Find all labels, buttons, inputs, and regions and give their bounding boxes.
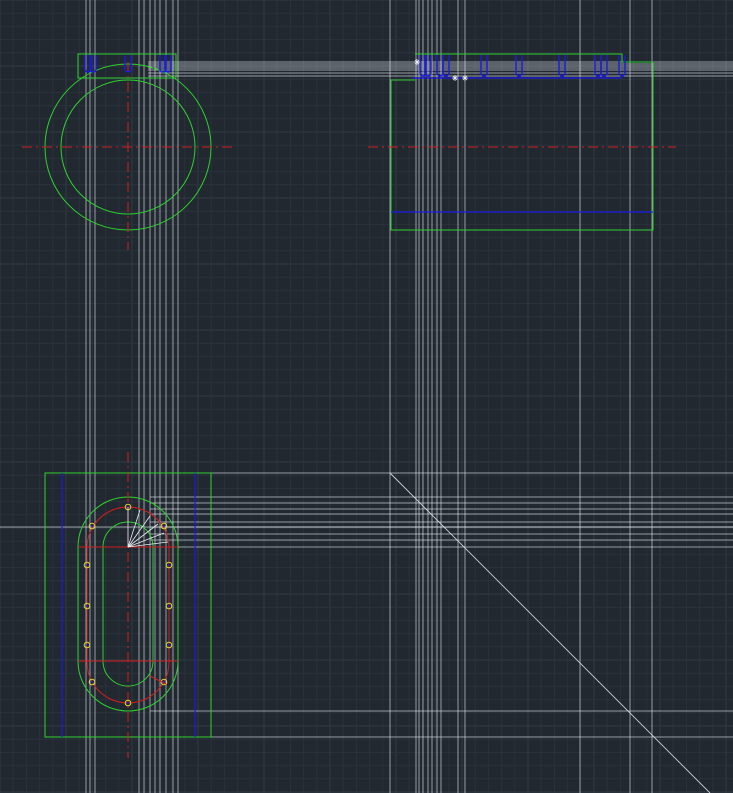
bolt-hole-center: [86, 564, 88, 566]
bolt-hole-center: [168, 605, 170, 607]
front-view-outline: [390, 53, 654, 231]
bolt-hole-center: [86, 605, 88, 607]
top-view-ring[interactable]: [22, 53, 236, 250]
bolt-hole-center: [91, 681, 93, 683]
construction-line-diagonal: [389, 472, 711, 793]
plan-view-slot-flange[interactable]: [44, 452, 212, 758]
bolt-hole-center: [91, 525, 93, 527]
bolt-hole-center: [127, 702, 129, 704]
bolt-hole-center: [168, 564, 170, 566]
bolt-hole-center: [168, 644, 170, 646]
drawing-grid: [0, 0, 733, 793]
bolt-hole-center: [86, 644, 88, 646]
cad-drawing-canvas[interactable]: [0, 0, 733, 793]
bolt-hole-center: [163, 525, 165, 527]
flange-radial-lines: [127, 507, 169, 685]
